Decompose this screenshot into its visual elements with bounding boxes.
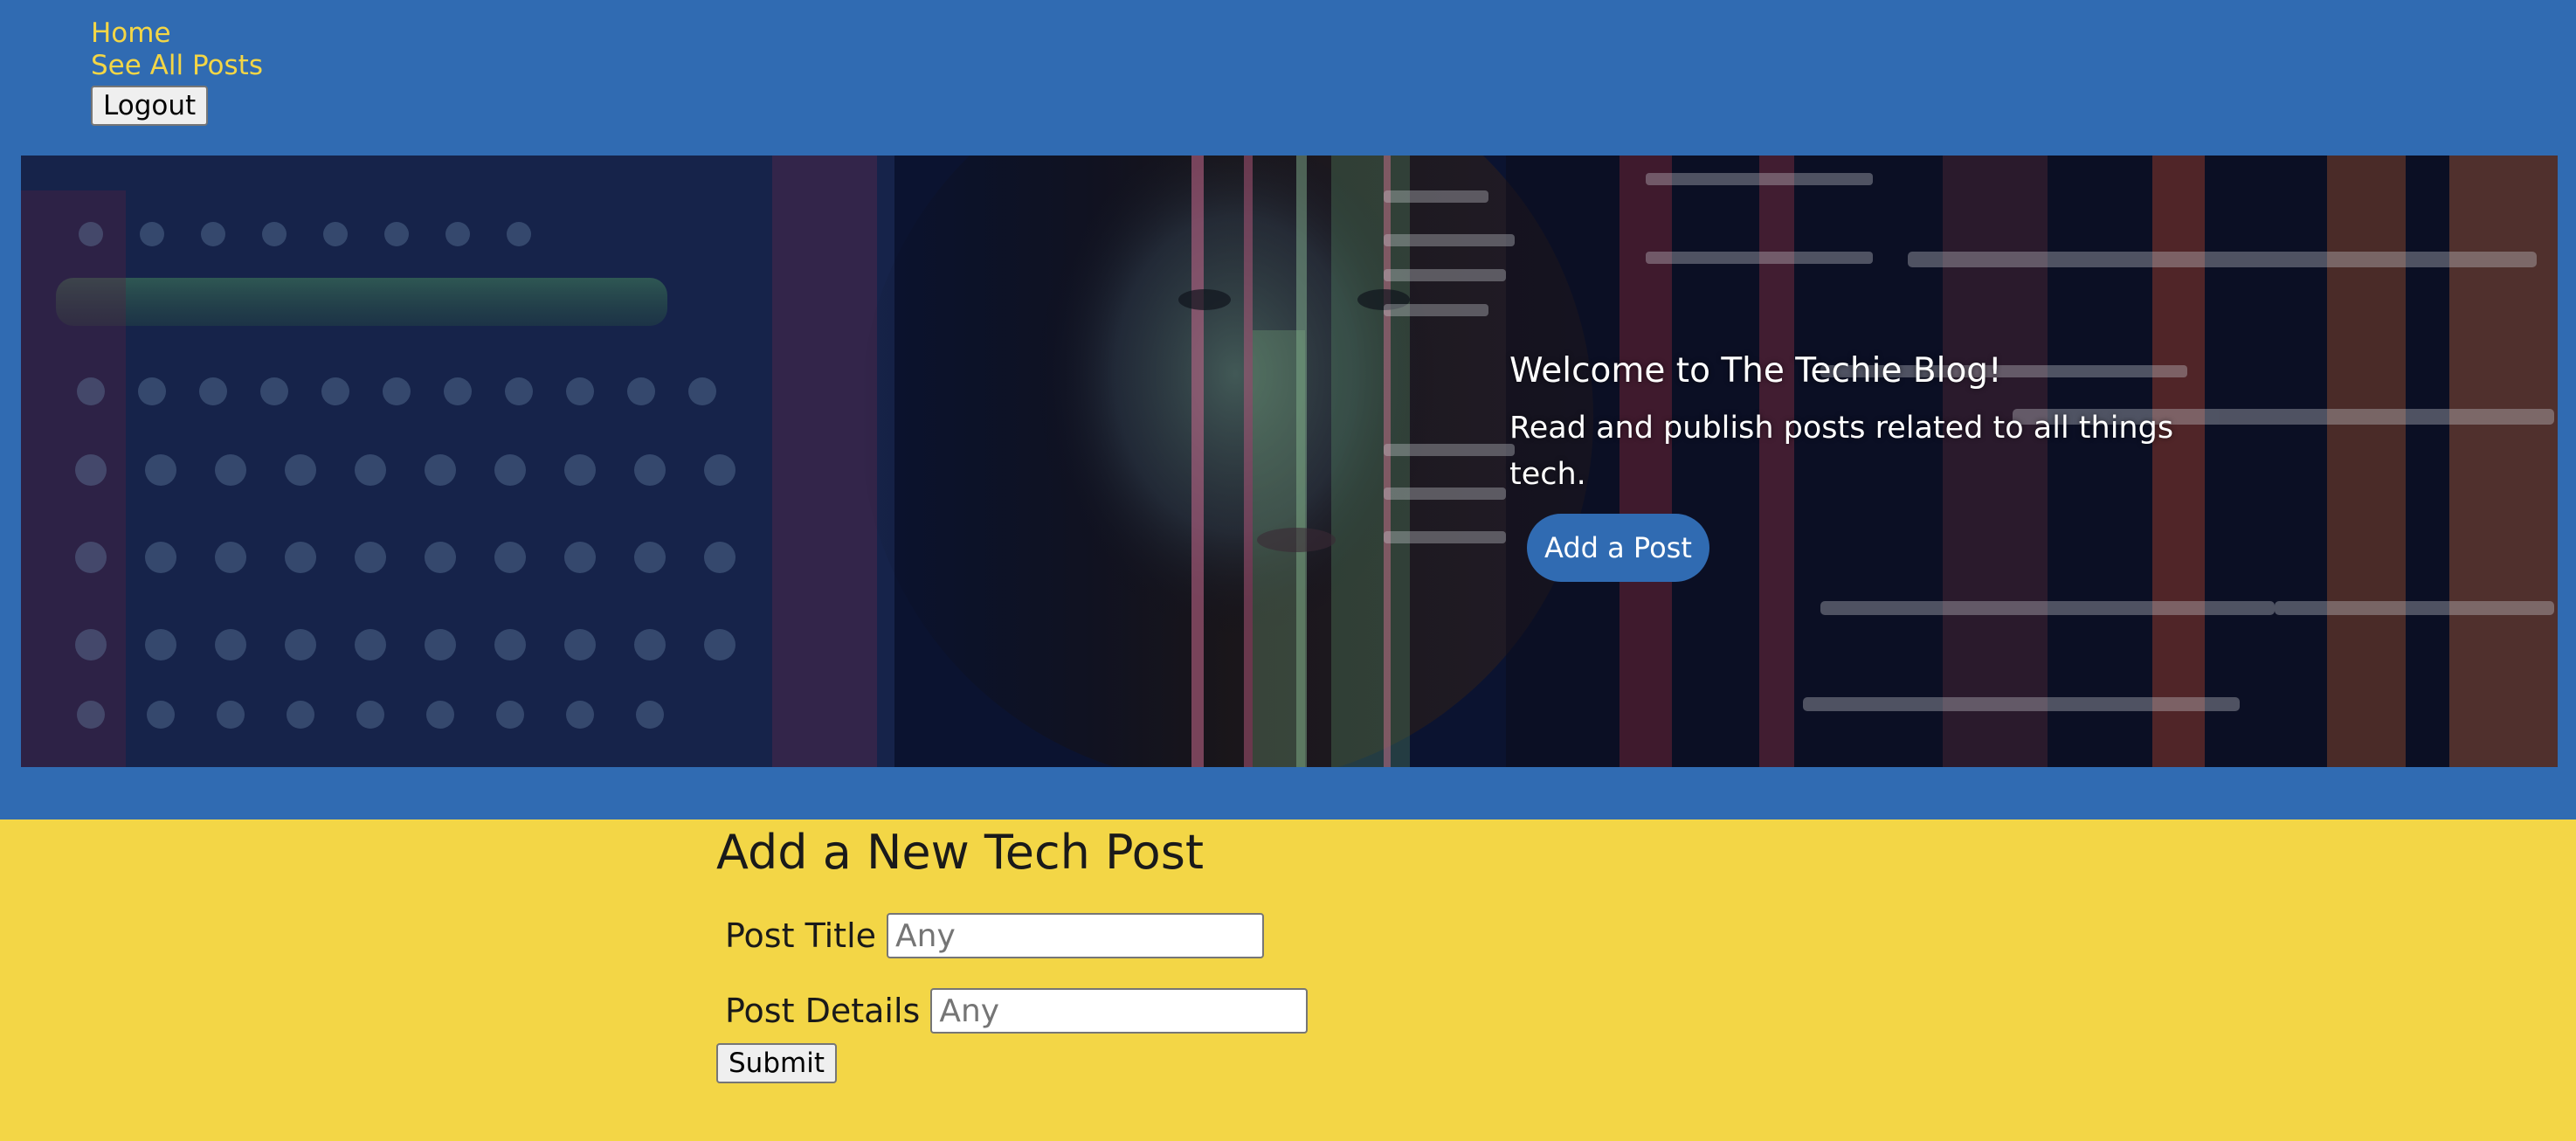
hero-subtitle: Read and publish posts related to all th… xyxy=(1509,411,2174,492)
post-title-label: Post Title xyxy=(725,916,877,955)
nav-all-posts-link[interactable]: See All Posts xyxy=(91,50,263,82)
logout-button[interactable]: Logout xyxy=(91,86,209,126)
submit-button[interactable]: Submit xyxy=(716,1043,837,1083)
nav-home-link[interactable]: Home xyxy=(91,17,263,50)
hero-title: Welcome to The Techie Blog! xyxy=(1509,351,2002,391)
post-details-row: Post Details xyxy=(725,985,1309,1036)
main-nav: Home See All Posts xyxy=(91,17,263,82)
hero-content: Welcome to The Techie Blog! Read and pub… xyxy=(1509,349,2191,582)
post-details-input[interactable] xyxy=(930,988,1309,1034)
post-title-input[interactable] xyxy=(887,913,1265,958)
post-title-row: Post Title xyxy=(725,910,1265,961)
hero-banner: Welcome to The Techie Blog! Read and pub… xyxy=(21,156,2558,767)
post-details-label: Post Details xyxy=(725,992,921,1030)
new-post-form: Add a New Tech Post Post Title Post Deta… xyxy=(716,819,1765,1083)
add-post-button[interactable]: Add a Post xyxy=(1527,514,1709,582)
form-heading: Add a New Tech Post xyxy=(716,825,1205,880)
